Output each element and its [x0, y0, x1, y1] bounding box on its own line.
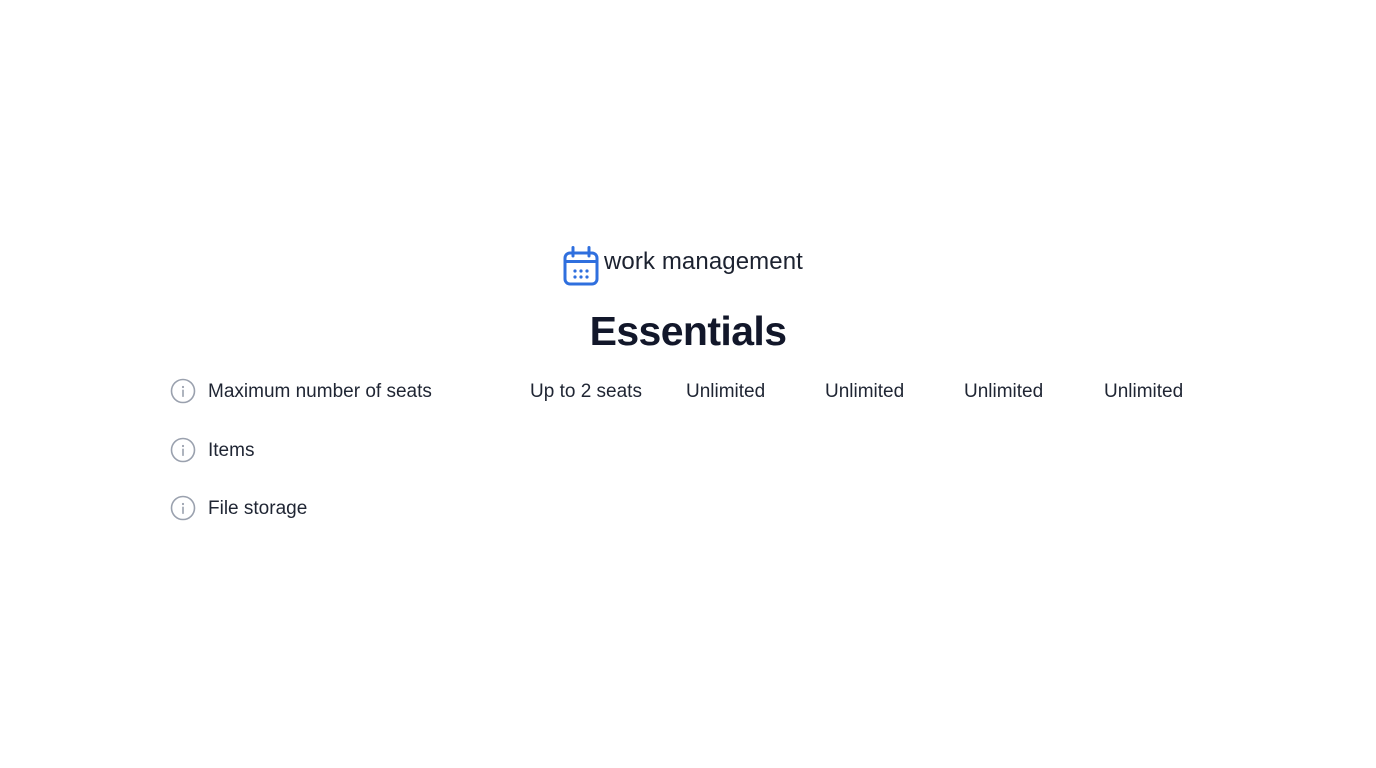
plan-value: Unlimited	[1104, 381, 1184, 402]
feature-label: Maximum number of seats	[208, 381, 432, 402]
product-brand: work management	[562, 244, 803, 288]
plan-title: Essentials	[589, 308, 787, 354]
feature-table: Maximum number of seats Up to 2 seats Un…	[170, 372, 1210, 548]
feature-label: Items	[208, 439, 255, 461]
plan-value: Up to 2 seats	[530, 381, 642, 402]
calendar-icon	[563, 246, 599, 286]
info-icon[interactable]	[170, 495, 196, 521]
plan-value: Unlimited	[964, 381, 1044, 402]
info-icon[interactable]	[170, 378, 196, 404]
plan-value: Unlimited	[825, 381, 905, 402]
feature-row-items: Items	[170, 431, 1210, 490]
feature-label: File storage	[208, 498, 308, 519]
info-icon[interactable]	[170, 437, 196, 463]
feature-row-seats: Maximum number of seats Up to 2 seats Un…	[170, 372, 1210, 431]
product-name: work management	[604, 248, 803, 275]
plan-value: Unlimited	[686, 381, 766, 402]
feature-row-file-storage: File storage	[170, 489, 1210, 548]
